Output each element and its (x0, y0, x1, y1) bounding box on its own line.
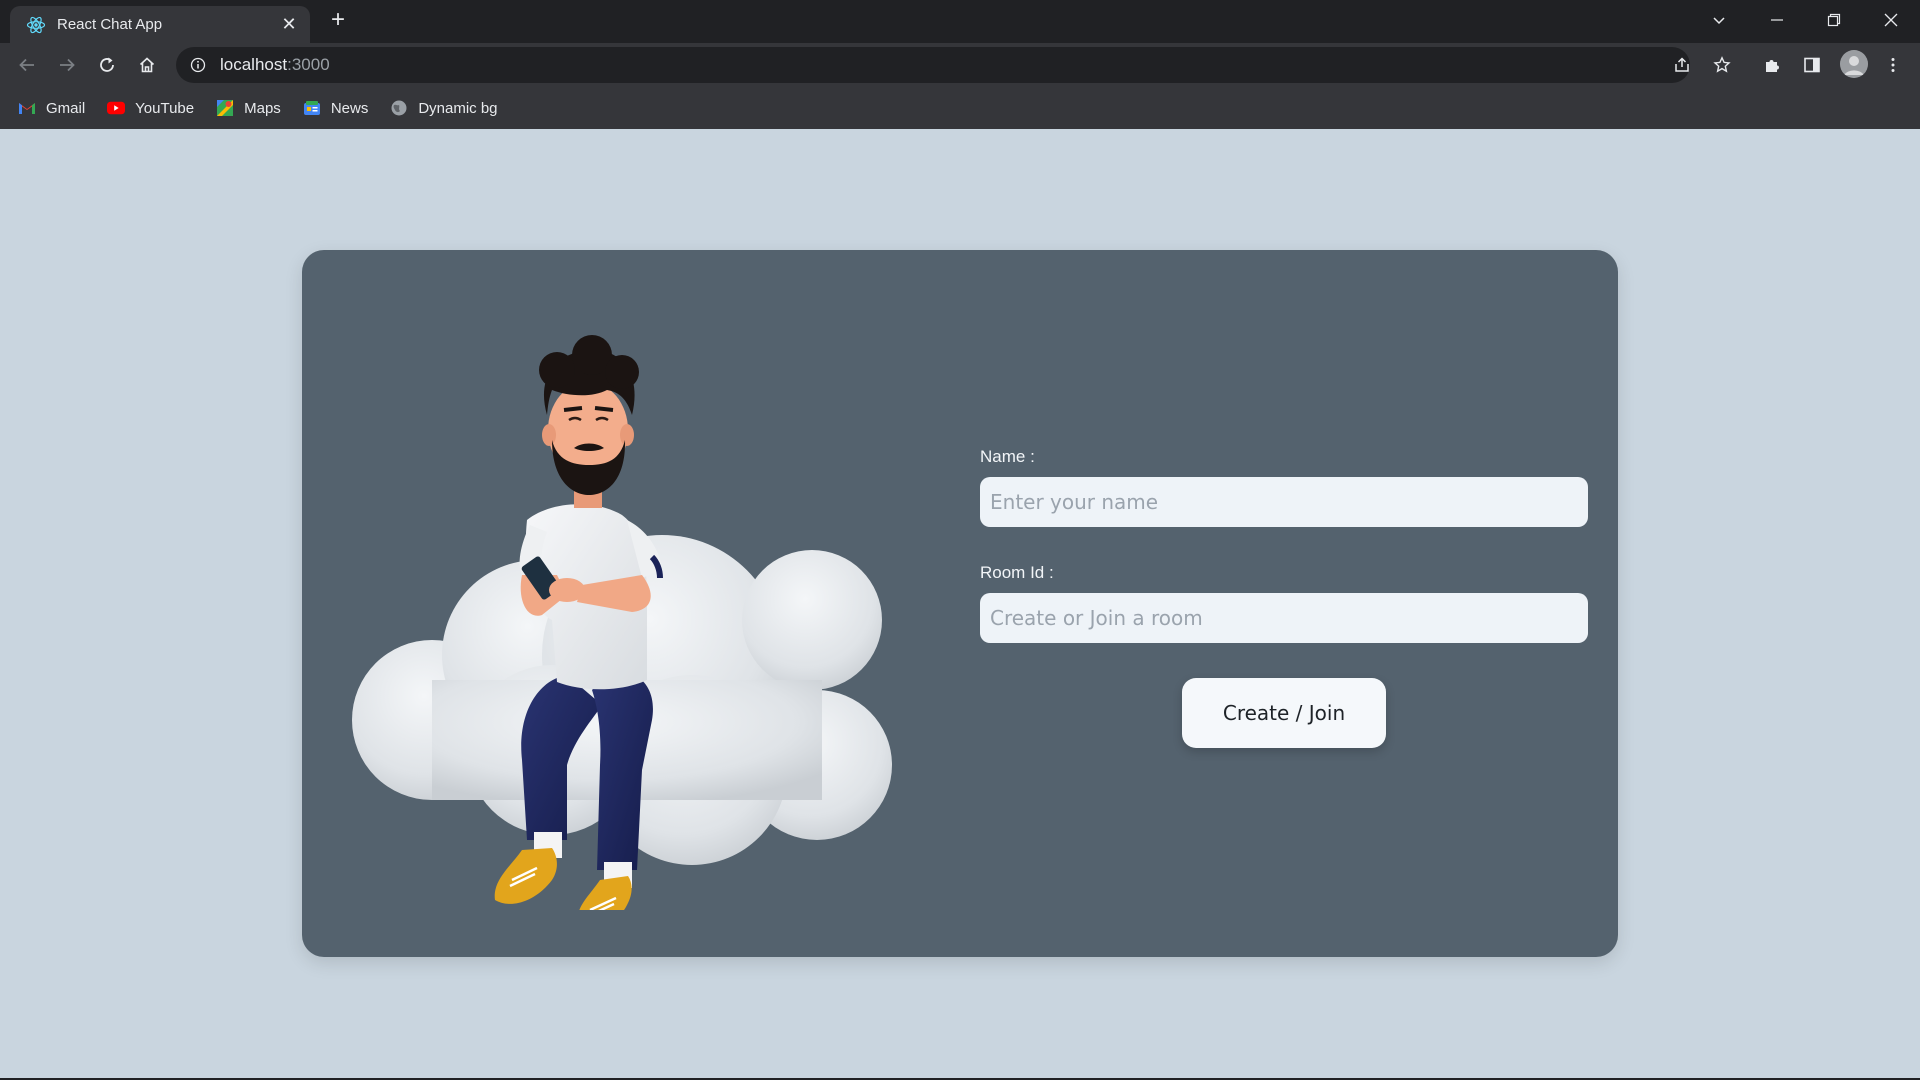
news-icon (303, 99, 321, 117)
create-join-button[interactable]: Create / Join (1182, 678, 1386, 748)
site-info-icon[interactable] (188, 55, 208, 75)
room-id-label: Room Id : (980, 563, 1054, 582)
bookmark-label: Gmail (46, 99, 86, 117)
side-panel-icon[interactable] (1798, 51, 1826, 79)
new-tab-button[interactable]: + (326, 8, 350, 33)
browser-tab[interactable]: React Chat App ✕ (10, 6, 310, 43)
gmail-icon (18, 99, 36, 117)
join-card: Name : Room Id : Create / Join (302, 250, 1618, 957)
browser-titlebar: React Chat App ✕ + (0, 0, 1920, 43)
tab-search-icon[interactable] (1704, 6, 1734, 34)
browser-menu-icon[interactable] (1879, 51, 1907, 79)
url-port: :3000 (287, 55, 330, 74)
name-field: Name : (980, 447, 1588, 527)
url-host: localhost (220, 55, 288, 74)
bookmark-gmail[interactable]: Gmail (18, 99, 85, 117)
name-label: Name : (980, 447, 1035, 466)
forward-arrow-icon[interactable] (53, 51, 81, 79)
bookmark-dynamic-bg[interactable]: Dynamic bg (390, 99, 498, 117)
share-icon[interactable] (1668, 51, 1696, 79)
bookmark-youtube[interactable]: YouTube (107, 99, 194, 117)
minimize-button[interactable] (1762, 6, 1792, 34)
name-input[interactable] (980, 477, 1588, 527)
bookmarks-bar: Gmail YouTube Maps News Dynamic bg (0, 87, 1920, 129)
home-icon[interactable] (133, 51, 161, 79)
restore-button[interactable] (1819, 6, 1849, 34)
tab-title: React Chat App (57, 16, 163, 33)
bookmark-label: YouTube (135, 99, 195, 117)
bookmark-maps[interactable]: Maps (216, 99, 281, 117)
person-on-cloud-illustration (352, 335, 892, 910)
reload-icon[interactable] (93, 51, 121, 79)
extensions-puzzle-icon[interactable] (1758, 51, 1786, 79)
back-arrow-icon[interactable] (13, 51, 41, 79)
youtube-icon (107, 99, 126, 117)
bookmark-label: News (330, 99, 369, 117)
globe-icon (390, 99, 408, 117)
join-form: Name : Room Id : Create / Join (980, 447, 1588, 748)
room-field: Room Id : (980, 563, 1588, 643)
bookmark-label: Dynamic bg (418, 99, 498, 117)
maps-icon (216, 99, 234, 117)
close-window-button[interactable] (1876, 6, 1906, 34)
bookmark-news[interactable]: News (303, 99, 369, 117)
address-bar[interactable]: localhost:3000 (176, 47, 1690, 83)
tab-close-icon[interactable]: ✕ (278, 14, 300, 36)
react-logo-icon (26, 15, 46, 35)
profile-avatar[interactable] (1840, 50, 1868, 78)
browser-toolbar: localhost:3000 (0, 43, 1920, 87)
bookmark-label: Maps (244, 99, 281, 117)
room-id-input[interactable] (980, 593, 1588, 643)
page-background: Name : Room Id : Create / Join (0, 129, 1920, 1080)
bookmark-star-icon[interactable] (1708, 51, 1736, 79)
